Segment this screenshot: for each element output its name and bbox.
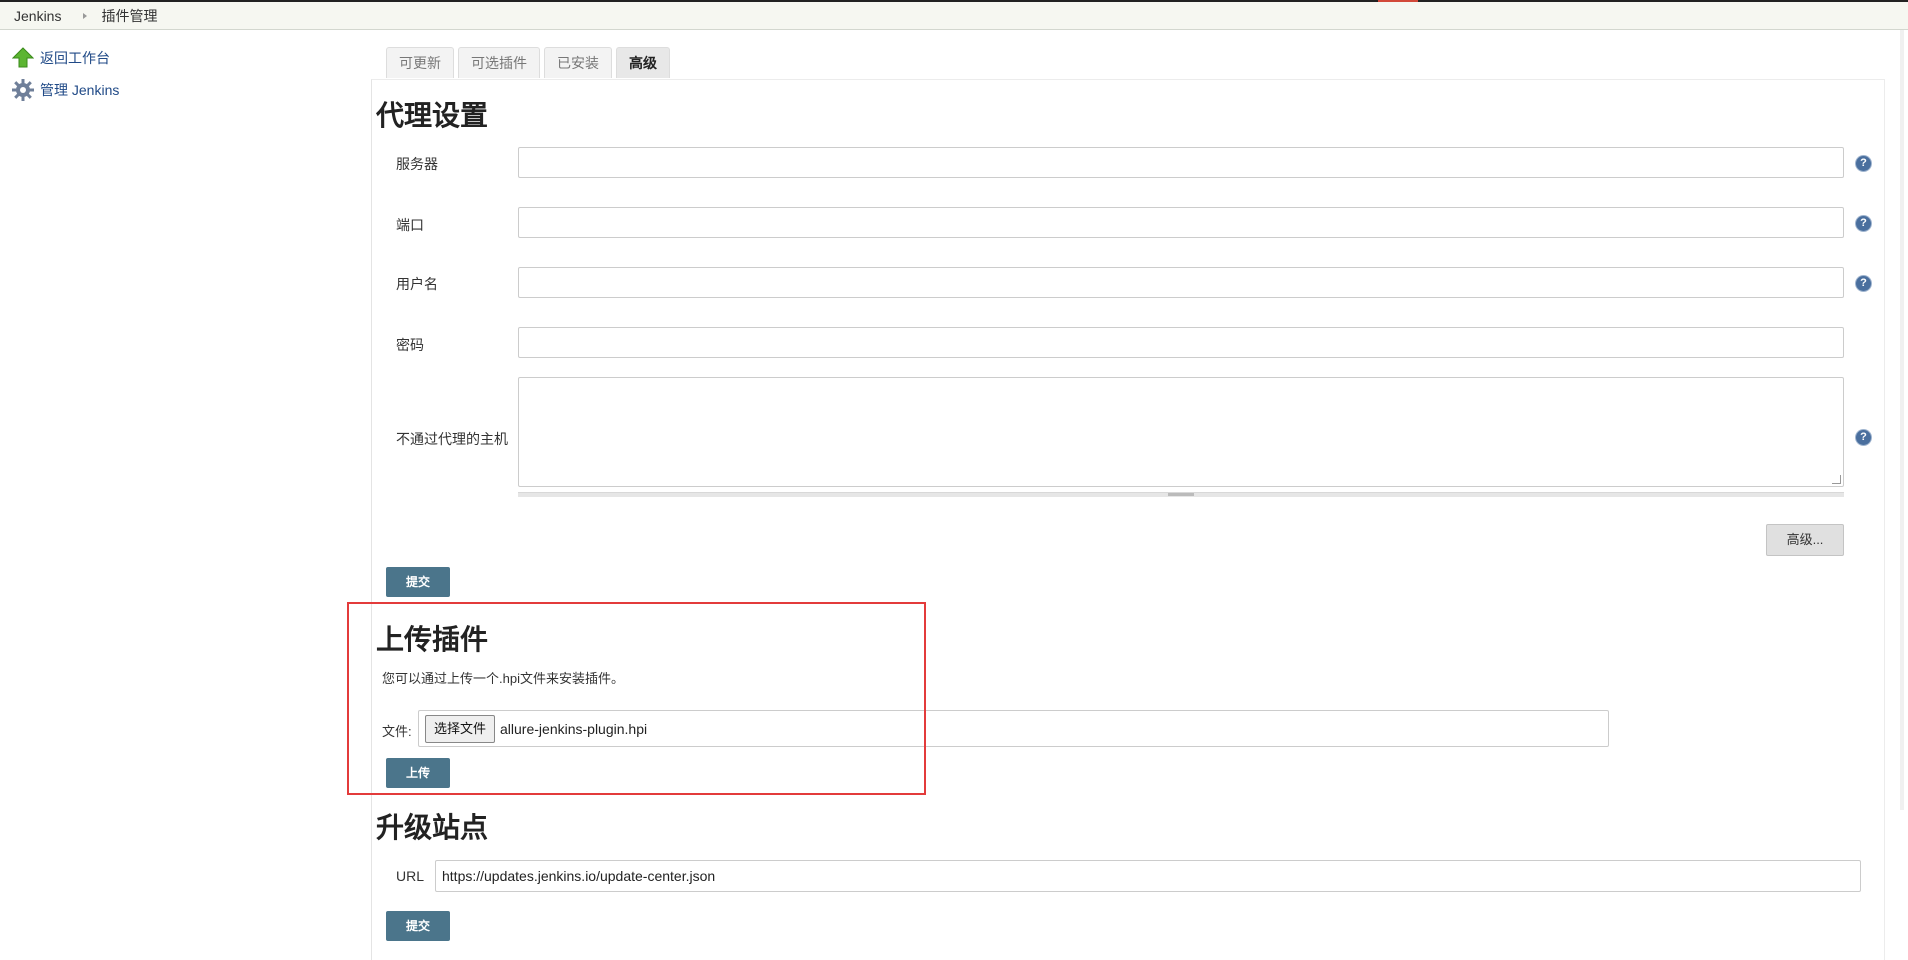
port-label: 端口 [396, 217, 424, 233]
tab-bar: 可更新 可选插件 已安装 高级 [386, 47, 674, 78]
sidebar-item-manage-jenkins[interactable]: 管理 Jenkins [12, 78, 119, 102]
breadcrumb-jenkins[interactable]: Jenkins [14, 8, 61, 24]
sidebar-item-label[interactable]: 返回工作台 [40, 48, 110, 68]
help-icon[interactable]: ? [1856, 216, 1871, 231]
breadcrumb-separator-icon [83, 12, 88, 19]
update-site-url-input[interactable]: https://updates.jenkins.io/update-center… [435, 860, 1861, 892]
scrollbar[interactable] [1900, 30, 1904, 810]
server-label: 服务器 [396, 156, 438, 172]
resize-grip-icon[interactable] [1832, 475, 1841, 484]
username-input[interactable] [518, 267, 1844, 298]
advanced-button[interactable]: 高级... [1766, 524, 1844, 556]
breadcrumb-plugin-manager[interactable]: 插件管理 [101, 6, 157, 26]
tab-available[interactable]: 可选插件 [458, 47, 540, 78]
help-icon[interactable]: ? [1856, 156, 1871, 171]
annotation-highlight-box [347, 602, 926, 795]
port-input[interactable] [518, 207, 1844, 238]
username-label: 用户名 [396, 276, 438, 292]
up-arrow-icon [12, 47, 34, 68]
proxy-submit-button[interactable]: 提交 [386, 567, 450, 597]
help-icon[interactable]: ? [1856, 276, 1871, 291]
no-proxy-hosts-label: 不通过代理的主机 [396, 431, 508, 447]
drag-handle-icon [1168, 493, 1194, 496]
breadcrumb: Jenkins 插件管理 [0, 2, 1908, 30]
gear-icon [12, 79, 34, 101]
textarea-resize-handle[interactable] [518, 492, 1844, 497]
proxy-section-title: 代理设置 [376, 100, 489, 131]
tab-advanced[interactable]: 高级 [616, 47, 670, 78]
update-site-submit-button[interactable]: 提交 [386, 911, 450, 941]
password-input[interactable] [518, 327, 1844, 358]
side-panel: 返回工作台 管理 Jenkins [12, 46, 119, 110]
tab-installed[interactable]: 已安装 [544, 47, 612, 78]
help-icon[interactable]: ? [1856, 430, 1871, 445]
server-input[interactable] [518, 147, 1844, 178]
password-label: 密码 [396, 337, 424, 353]
sidebar-item-back-dashboard[interactable]: 返回工作台 [12, 46, 119, 70]
sidebar-item-label[interactable]: 管理 Jenkins [40, 80, 119, 100]
tab-updates[interactable]: 可更新 [386, 47, 454, 78]
update-site-section-title: 升级站点 [376, 812, 489, 843]
no-proxy-hosts-textarea[interactable] [518, 377, 1844, 487]
url-label: URL [396, 868, 425, 884]
